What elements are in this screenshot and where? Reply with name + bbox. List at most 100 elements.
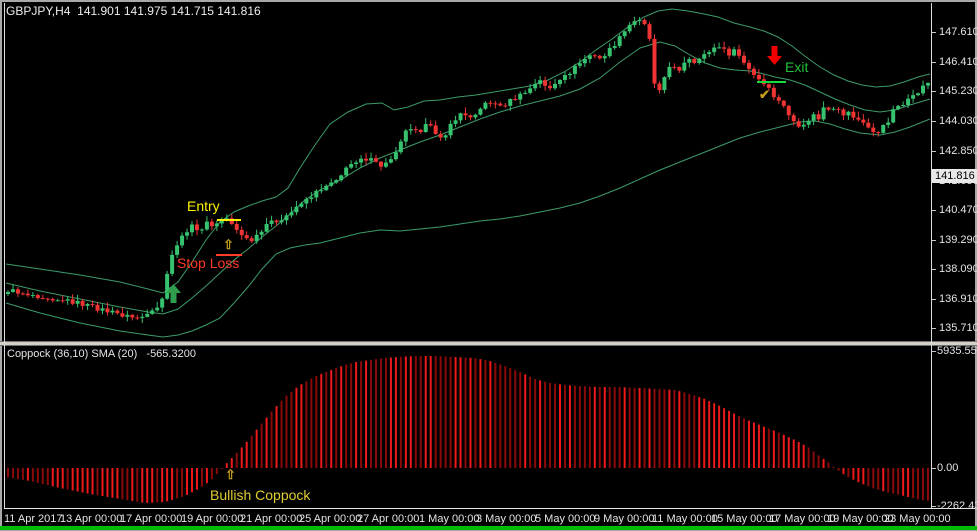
candle-body xyxy=(299,204,303,207)
candle-body xyxy=(51,299,55,300)
time-tick-label: 13 Apr 00:00 xyxy=(60,513,122,525)
time-tick-label: 27 Apr 00:00 xyxy=(357,513,419,525)
candle-body xyxy=(707,52,711,54)
candle-body xyxy=(782,101,786,106)
candle-body xyxy=(309,197,313,199)
candle-body xyxy=(16,289,20,293)
candle-body xyxy=(503,105,507,106)
candle-body xyxy=(379,162,383,167)
candle-body xyxy=(41,298,45,299)
candle-body xyxy=(851,112,855,118)
candle-body xyxy=(304,199,308,204)
candle-body xyxy=(354,163,358,165)
candle-body xyxy=(832,109,836,110)
candle-body xyxy=(319,190,323,191)
candle-body xyxy=(429,124,433,125)
price-tick-label: 145.230 xyxy=(939,85,977,97)
candle-body xyxy=(548,86,552,88)
candle-body xyxy=(404,131,408,142)
candle-body xyxy=(115,311,119,314)
time-tick-label: 19 Apr 00:00 xyxy=(181,513,243,525)
candle-body xyxy=(513,99,517,100)
candle-body xyxy=(817,114,821,119)
candle-body xyxy=(130,315,134,318)
candle-body xyxy=(215,223,219,226)
candle-body xyxy=(533,84,537,88)
candle-body xyxy=(100,308,104,310)
mt4-chart-window: GBPJPY,H4 141.901 141.975 141.715 141.81… xyxy=(0,0,977,531)
candle-body xyxy=(573,66,577,74)
time-tick-label: 9 May 00:00 xyxy=(594,513,655,525)
candle-body xyxy=(638,20,642,21)
candle-body xyxy=(901,105,905,106)
candle-body xyxy=(31,295,35,296)
middle-band-line xyxy=(6,42,930,314)
candle-body xyxy=(648,24,652,39)
candle-body xyxy=(419,130,423,132)
candle-body xyxy=(856,118,860,120)
candle-body xyxy=(558,80,562,84)
candle-body xyxy=(553,84,557,88)
candle-body xyxy=(717,47,721,48)
candle-body xyxy=(623,31,627,36)
candle-body xyxy=(866,123,870,128)
candle-body xyxy=(787,106,791,115)
price-tick xyxy=(932,240,936,241)
price-tick xyxy=(932,62,936,63)
candle-body xyxy=(414,129,418,130)
candle-body xyxy=(56,300,60,301)
candle-body xyxy=(747,63,751,69)
candle-body xyxy=(538,80,542,84)
candle-body xyxy=(344,168,348,176)
plot-right-border xyxy=(931,3,932,509)
candle-body xyxy=(911,95,915,99)
price-tick-label: 138.090 xyxy=(939,263,977,275)
price-tick-label: 147.610 xyxy=(939,26,977,38)
candle-body xyxy=(528,88,532,93)
buy-arrow-icon xyxy=(165,284,182,304)
candle-body xyxy=(906,99,910,105)
candle-body xyxy=(667,67,671,77)
coppock-indicator-canvas[interactable] xyxy=(5,346,931,508)
candle-body xyxy=(891,109,895,122)
time-tick-label: 5 May 00:00 xyxy=(535,513,596,525)
ohlc-readout: 141.901 141.975 141.715 141.816 xyxy=(77,4,261,18)
candle-body xyxy=(926,83,930,86)
candle-body xyxy=(628,25,632,31)
candle-body xyxy=(846,112,850,116)
candle-body xyxy=(702,54,706,59)
upper-band-line xyxy=(6,9,930,293)
candle-body xyxy=(46,299,50,300)
candle-body xyxy=(36,295,40,298)
lower-band-line xyxy=(6,119,930,337)
time-tick-label: 3 May 00:00 xyxy=(476,513,537,525)
time-tick-label: 11 Apr 2017 xyxy=(4,513,63,525)
candle-body xyxy=(91,304,95,305)
candle-body xyxy=(200,229,204,230)
candle-body xyxy=(692,59,696,63)
candle-body xyxy=(881,125,885,133)
price-tick xyxy=(932,151,936,152)
candle-body xyxy=(96,305,100,311)
indicator-tick-label: 5935.5505 xyxy=(937,345,977,357)
entry-price-line xyxy=(217,219,241,221)
candle-body xyxy=(175,245,179,254)
candle-body xyxy=(598,56,602,59)
candle-body xyxy=(797,121,801,126)
candle-body xyxy=(777,97,781,101)
current-price-tag: 141.816 xyxy=(932,169,977,183)
candle-body xyxy=(657,84,661,91)
candle-body xyxy=(240,230,244,235)
candle-body xyxy=(697,59,701,63)
candle-body xyxy=(190,225,194,233)
candle-body xyxy=(250,238,254,241)
candle-body xyxy=(677,67,681,71)
candle-body xyxy=(86,304,90,306)
candle-body xyxy=(449,124,453,135)
candle-body xyxy=(752,69,756,75)
price-chart-canvas[interactable] xyxy=(5,3,931,341)
candle-body xyxy=(339,175,343,180)
candle-body xyxy=(916,93,920,95)
candle-body xyxy=(464,113,468,115)
indicator-value: -565.3200 xyxy=(146,348,196,360)
